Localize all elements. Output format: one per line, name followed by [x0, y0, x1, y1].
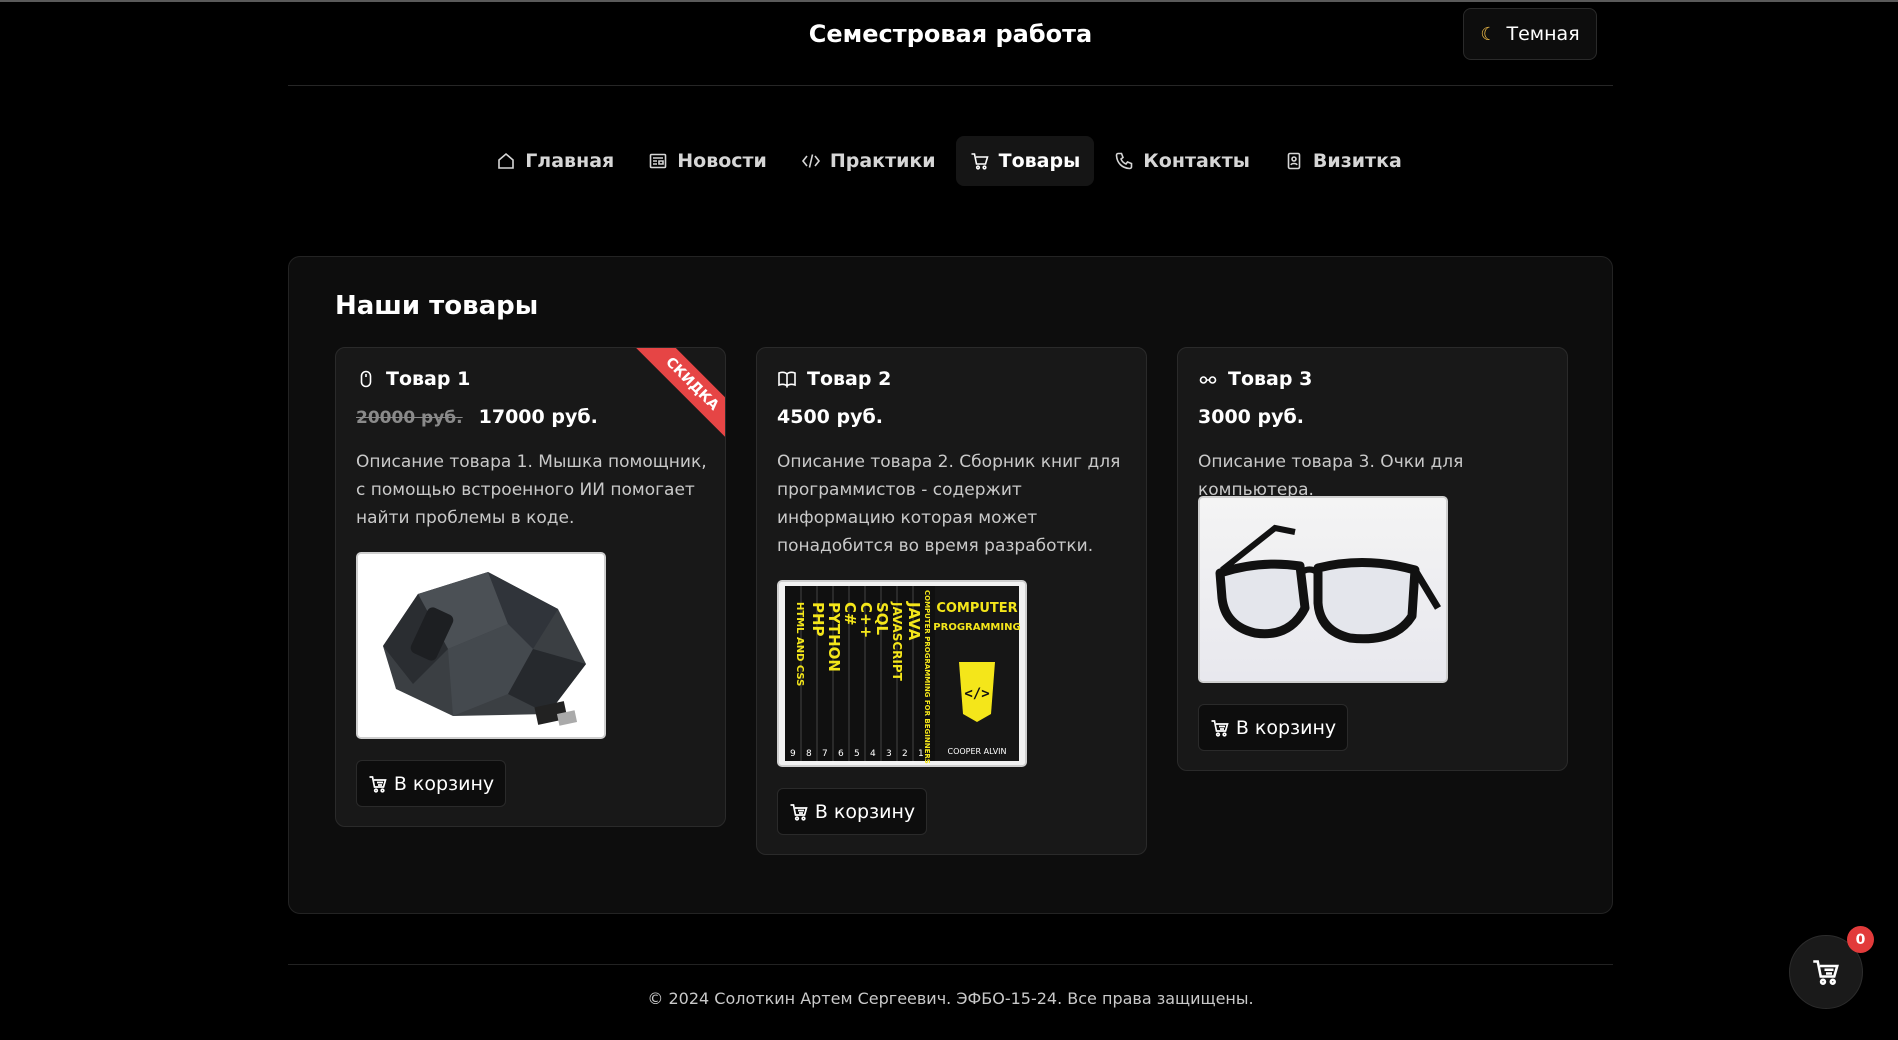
book-number: 2	[902, 749, 908, 759]
nav-item-label: Новости	[677, 150, 767, 172]
nav-item-label: Главная	[525, 150, 615, 172]
product-image-mouse	[356, 552, 606, 739]
cart-count-badge: 0	[1847, 926, 1874, 953]
moon-icon: ☾	[1480, 23, 1497, 45]
book-number: 9	[790, 749, 796, 759]
book-number: 3	[886, 749, 892, 759]
nav-item-practice[interactable]: Практики	[787, 136, 950, 186]
nav-item-products[interactable]: Товары	[955, 136, 1095, 186]
old-price: 20000 руб.	[356, 408, 463, 428]
footer-copyright: © 2024 Солоткин Артем Сергеевич. ЭФБО-15…	[647, 989, 1254, 1008]
book-spine-text: JAVA	[905, 601, 923, 641]
add-to-cart-button[interactable]: В корзину	[356, 760, 506, 807]
product-header: Товар 2	[777, 368, 891, 390]
price: 3000 руб.	[1198, 406, 1304, 428]
code-icon	[801, 154, 820, 168]
book-spine-text: SQL	[873, 602, 891, 636]
book-spine-text: C++	[857, 602, 875, 638]
book-spine-text: JAVASCRIPT	[890, 601, 904, 682]
mouse-icon	[360, 370, 372, 388]
products-panel: Наши товары СКИДКА Товар 1 20000 руб. 17…	[288, 256, 1613, 914]
add-to-cart-button[interactable]: В корзину	[777, 788, 927, 835]
book-icon	[778, 371, 796, 388]
book-number: 6	[838, 749, 844, 759]
product-card: Товар 3 3000 руб. Описание товара 3. Очк…	[1177, 347, 1568, 771]
cart-icon	[1211, 719, 1229, 737]
discount-ribbon: СКИДКА	[629, 348, 725, 447]
theme-toggle-button[interactable]: ☾ Темная	[1463, 8, 1597, 60]
book-author: COOPER ALVIN	[947, 747, 1006, 756]
nav-item-news[interactable]: Новости	[634, 136, 781, 186]
book-number: 4	[870, 749, 876, 759]
add-to-cart-label: В корзину	[1235, 716, 1337, 739]
svg-text:</>: </>	[964, 686, 989, 702]
book-spine-text: PHP	[809, 602, 827, 637]
product-card: СКИДКА Товар 1 20000 руб. 17000 руб. Опи…	[335, 347, 726, 827]
add-to-cart-label: В корзину	[814, 800, 916, 823]
cart-icon	[971, 153, 989, 170]
products-title: Наши товары	[335, 291, 539, 321]
product-image-glasses	[1198, 496, 1448, 683]
book-spine-text: PYTHON	[825, 602, 843, 672]
cart-icon	[369, 775, 387, 793]
book-number: 7	[822, 749, 828, 759]
price: 4500 руб.	[777, 406, 883, 428]
product-description: Описание товара 1. Мышка помощник, с пом…	[356, 452, 707, 528]
badge-icon	[1287, 152, 1301, 170]
nav-item-label: Визитка	[1312, 150, 1402, 172]
book-spine-text: COMPUTER PROGRAMMING FOR BEGINNERS	[923, 590, 931, 764]
product-header: Товар 1	[356, 368, 470, 390]
home-icon	[498, 152, 515, 169]
product-name: Товар 2	[807, 368, 892, 390]
add-to-cart-button[interactable]: В корзину	[1198, 704, 1348, 751]
price-row: 20000 руб. 17000 руб.	[356, 406, 598, 428]
nav-item-card[interactable]: Визитка	[1270, 136, 1416, 186]
newspaper-icon	[649, 153, 667, 169]
nav-item-label: Практики	[829, 150, 936, 172]
book-number: 5	[854, 749, 860, 759]
theme-toggle-label: Темная	[1506, 23, 1580, 45]
cart-icon	[1813, 960, 1839, 985]
product-name: Товар 1	[386, 368, 471, 390]
product-name: Товар 3	[1228, 368, 1313, 390]
nav-item-contacts[interactable]: Контакты	[1100, 136, 1264, 186]
book-spine-text: HTML AND CSS	[794, 602, 805, 686]
book-cover-title: COMPUTER	[936, 601, 1017, 616]
book-cover-title: PROGRAMMING	[933, 622, 1020, 633]
price-row: 4500 руб.	[777, 406, 883, 428]
product-header: Товар 3	[1198, 368, 1312, 390]
book-number: 1	[918, 749, 924, 759]
phone-icon	[1115, 152, 1133, 170]
add-to-cart-label: В корзину	[393, 772, 495, 795]
site-title: Семестровая работа	[808, 20, 1093, 48]
price: 17000 руб.	[478, 406, 598, 428]
nav-item-home[interactable]: Главная	[482, 136, 628, 186]
site-header: Семестровая работа ☾ Темная	[288, 0, 1613, 86]
main-nav: Главная Новости Практики Товары Контакты…	[0, 136, 1898, 186]
nav-item-label: Товары	[998, 150, 1081, 172]
glasses-icon	[1199, 376, 1217, 384]
product-description: Описание товара 2. Сборник книг для прог…	[777, 452, 1121, 556]
price-row: 3000 руб.	[1198, 406, 1304, 428]
book-number: 8	[806, 749, 812, 759]
nav-item-label: Контакты	[1143, 150, 1250, 172]
site-footer: © 2024 Солоткин Артем Сергеевич. ЭФБО-15…	[288, 964, 1613, 1040]
product-image-books: HTML AND CSS PHP PYTHON C# C++ SQL JAVAS…	[777, 580, 1027, 767]
product-card: Товар 2 4500 руб. Описание товара 2. Сбо…	[756, 347, 1147, 855]
book-spine-text: C#	[841, 602, 859, 626]
cart-icon	[790, 803, 808, 821]
